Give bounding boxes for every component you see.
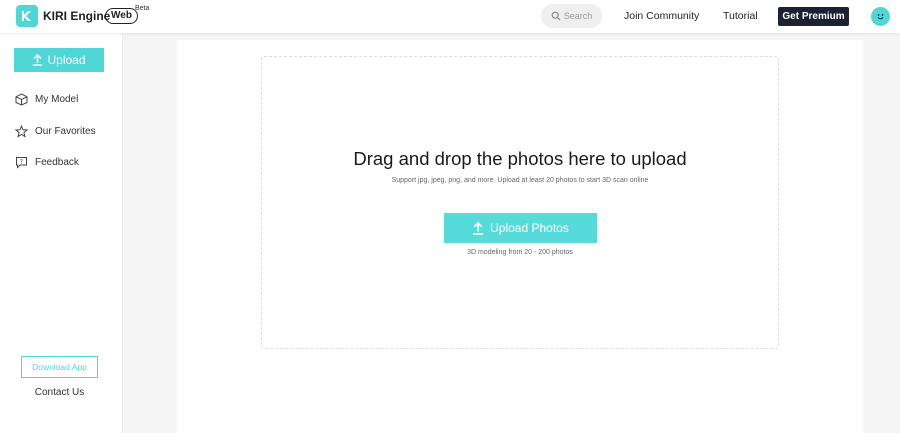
search-label: Search — [563, 11, 593, 21]
photo-dropzone[interactable]: Drag and drop the photos here to upload … — [261, 56, 779, 349]
upload-photos-label: Upload Photos — [490, 221, 569, 235]
kiri-logo-icon[interactable] — [16, 5, 38, 27]
sidebar-upload-button[interactable]: Upload — [14, 48, 104, 72]
top-header: KIRI Engine Web Beta Search Join Communi… — [0, 0, 900, 33]
sidebar-item-label: My Model — [35, 94, 79, 105]
dropzone-title: Drag and drop the photos here to upload — [353, 148, 687, 169]
feedback-icon: ? — [16, 157, 27, 169]
nav-tutorial[interactable]: Tutorial — [723, 10, 758, 22]
brand-name[interactable]: KIRI Engine — [43, 9, 110, 23]
sidebar-upload-label: Upload — [47, 53, 86, 67]
search-icon — [551, 11, 561, 21]
svg-text:?: ? — [20, 159, 23, 166]
upload-photos-button[interactable]: Upload Photos — [444, 213, 597, 243]
upload-arrow-icon — [473, 221, 484, 235]
upload-arrow-icon — [33, 54, 43, 66]
star-icon — [15, 125, 28, 138]
sidebar-item-label: Our Favorites — [35, 126, 96, 137]
search-button[interactable]: Search — [541, 4, 602, 28]
get-premium-button[interactable]: Get Premium — [778, 7, 849, 26]
cube-icon — [15, 93, 28, 106]
sidebar-item-feedback[interactable]: ? Feedback — [15, 156, 79, 169]
download-app-button[interactable]: Download App — [21, 356, 98, 378]
sidebar: Upload My Model Our Favorites ? Feedback… — [0, 33, 123, 433]
sidebar-item-label: Feedback — [35, 157, 79, 168]
nav-join-community[interactable]: Join Community — [624, 10, 699, 22]
user-avatar[interactable] — [871, 7, 890, 26]
beta-label: Beta — [135, 5, 150, 12]
web-badge: Web — [105, 8, 138, 24]
sidebar-item-my-model[interactable]: My Model — [15, 93, 78, 106]
photo-range-hint: 3D modeling from 20 - 200 photos — [467, 249, 573, 256]
smile-icon — [877, 14, 884, 20]
contact-us-link[interactable]: Contact Us — [0, 387, 119, 398]
dropzone-subtitle: Support jpg, jpeg, png, and more. Upload… — [391, 177, 649, 184]
sidebar-item-our-favorites[interactable]: Our Favorites — [15, 125, 96, 138]
